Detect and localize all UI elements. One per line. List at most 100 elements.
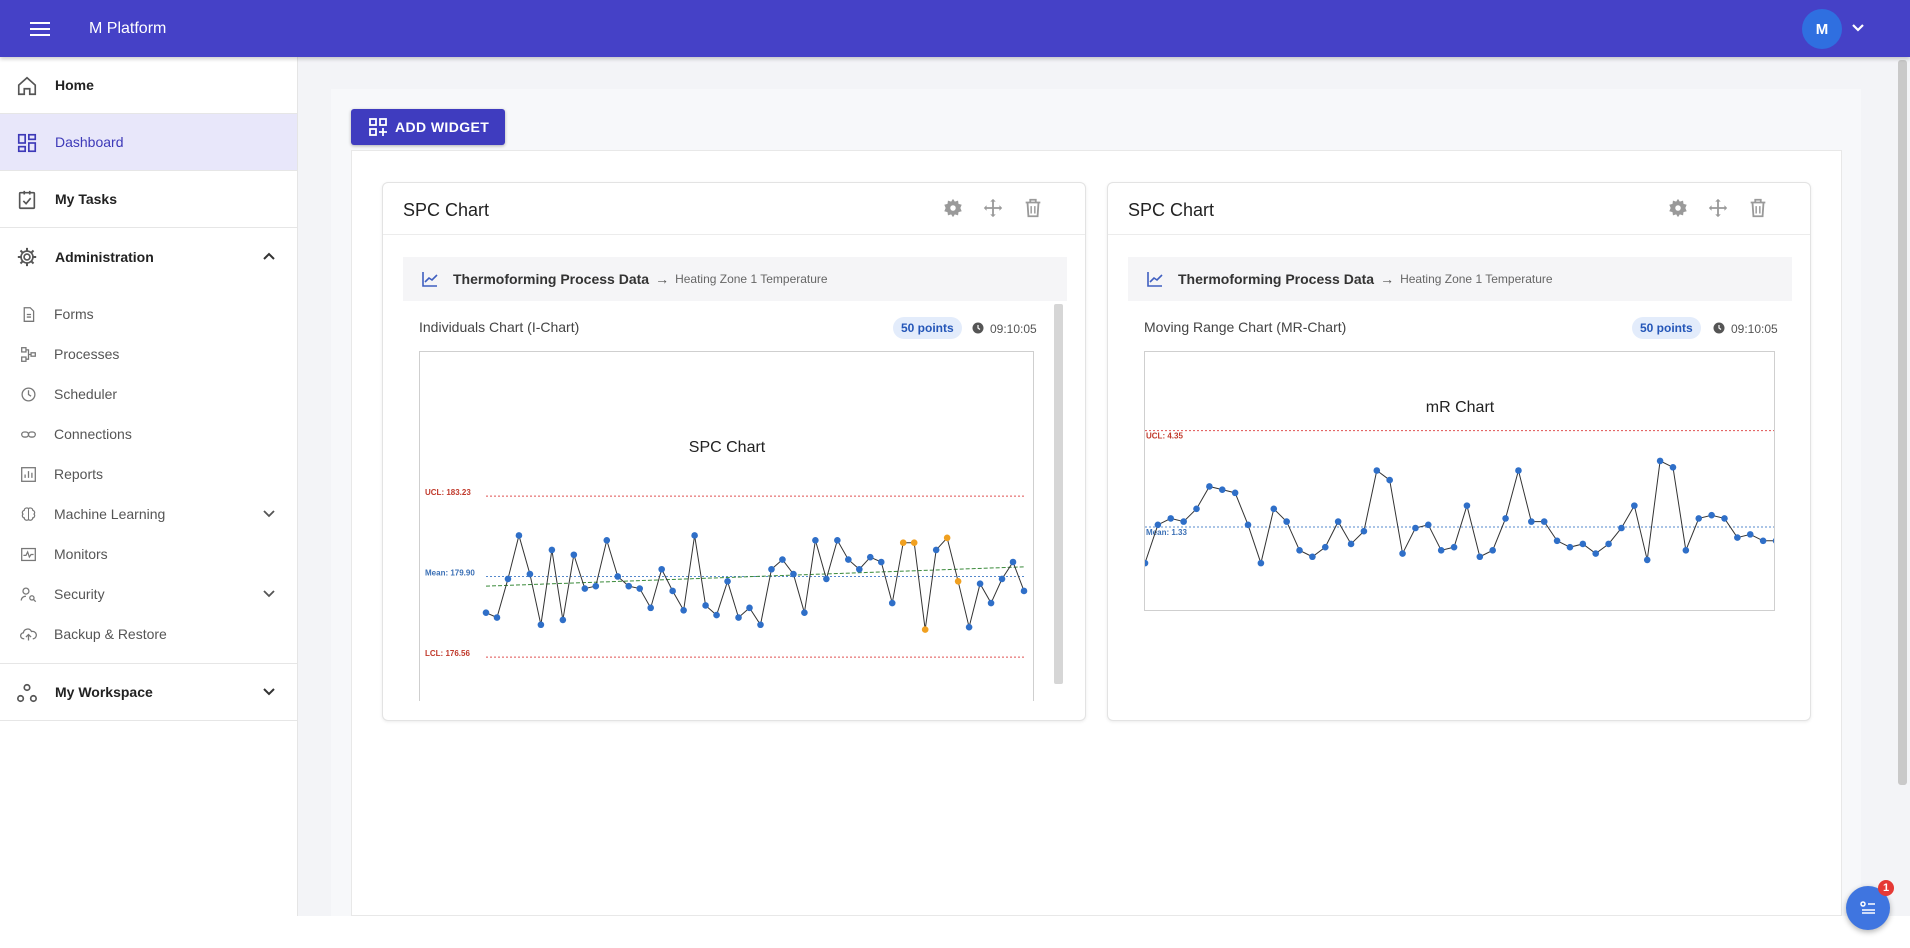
sidebar-item-machine-learning[interactable]: Machine Learning [0,494,297,534]
data-point [724,578,731,585]
data-point [482,609,490,616]
data-point [998,575,1006,583]
points-badge: 50 points [1632,317,1701,339]
data-point [735,614,742,621]
hamburger-icon [30,21,50,36]
clock-icon [972,322,984,334]
data-point [1450,543,1458,551]
sidebar-item-security[interactable]: Security [0,574,297,614]
data-point [1489,547,1496,554]
data-point [1502,515,1509,522]
lcl-label: LCL: 176.56 [425,649,470,658]
data-point [548,546,556,554]
clock-icon [21,387,36,402]
violation-point [943,534,951,542]
ucl-label: UCL: 183.23 [425,488,471,497]
data-point [647,604,654,612]
widget-header[interactable]: SPC Chart [383,183,1085,235]
chart-title: SPC Chart [689,439,766,456]
chart-scrollbar[interactable] [1054,304,1063,684]
data-point [669,587,676,595]
move-icon[interactable] [1707,197,1729,219]
line-chart-icon [422,272,438,287]
violation-point [954,578,962,585]
source-arrow: → [1380,271,1395,287]
gear-icon[interactable] [942,197,964,219]
data-point [801,609,808,616]
link-icon [21,431,36,438]
data-point [713,611,720,619]
mr-chart-container: mR Chart UCL: 4.35 Mean: 1.33 [1144,351,1775,611]
data-point [1579,540,1587,548]
task-check-icon [18,190,36,210]
data-point [1734,534,1741,541]
data-point [1020,587,1028,595]
data-point [1309,553,1316,561]
sidebar-item-reports[interactable]: Reports [0,454,297,494]
trash-icon[interactable] [1747,197,1769,219]
data-point [1386,476,1393,484]
sidebar-item-scheduler[interactable]: Scheduler [0,374,297,414]
gear-icon[interactable] [1667,197,1689,219]
sidebar-item-label: My Workspace [55,684,153,700]
sidebar-item-home[interactable]: Home [0,57,297,114]
data-point [614,573,622,580]
data-source-bar: Thermoforming Process Data → Heating Zon… [403,257,1067,301]
user-avatar[interactable]: M [1802,9,1842,49]
sidebar-item-forms[interactable]: Forms [0,294,297,334]
series-line [485,533,1025,630]
data-point [625,582,633,590]
dashboard-icon [17,133,37,153]
hamburger-menu-button[interactable] [20,9,60,49]
bar-chart-icon [21,467,36,482]
data-point [877,558,885,566]
data-point [888,599,896,607]
sidebar-item-processes[interactable]: Processes [0,334,297,374]
data-point [1283,518,1290,525]
chevron-down-icon[interactable] [261,684,277,700]
spc-widget-2: SPC Chart Thermoforming Process Data → H… [1107,182,1811,721]
sidebar-item-connections[interactable]: Connections [0,414,297,454]
data-point [658,565,665,573]
source-name: Thermoforming Process Data [1178,271,1375,287]
process-flow-icon [21,347,36,362]
data-point [1360,527,1368,535]
sidebar-item-label: Dashboard [55,134,124,150]
trash-icon[interactable] [1022,197,1044,219]
data-point [1592,550,1600,557]
data-point [691,532,698,539]
sidebar-item-my-workspace[interactable]: My Workspace [0,664,297,721]
timestamp: 09:10:05 [1731,322,1778,336]
data-point [1334,518,1342,525]
line-chart-icon [1147,272,1163,287]
data-point [1373,467,1381,474]
chevron-up-icon[interactable] [261,248,277,264]
sidebar-item-label: Reports [54,466,104,482]
chevron-down-icon[interactable] [1850,20,1866,36]
chevron-down-icon[interactable] [261,506,277,522]
spc-widget-1: SPC Chart Thermoforming Process Data → H… [382,182,1086,721]
data-point [636,585,644,592]
add-widget-button[interactable]: ADD WIDGET [351,109,505,145]
sidebar-item-monitors[interactable]: Monitors [0,534,297,574]
data-point [1009,558,1017,566]
sidebar-item-my-tasks[interactable]: My Tasks [0,171,297,228]
data-point [1437,547,1445,554]
data-point [768,565,775,573]
sidebar-item-dashboard[interactable]: Dashboard [0,114,297,171]
data-point [504,575,512,583]
data-point [592,582,600,590]
data-point [1206,483,1213,490]
sidebar-item-label: Monitors [54,546,108,562]
sidebar-item-backup-restore[interactable]: Backup & Restore [0,614,297,654]
sidebar-item-administration[interactable]: Administration [0,228,297,285]
mean-label: Mean: 179.90 [425,568,475,577]
monitor-pulse-icon [21,547,36,562]
chevron-down-icon[interactable] [261,586,277,602]
chart-subtitle: Moving Range Chart (MR-Chart) [1144,319,1347,335]
data-point [1682,547,1690,554]
widget-header[interactable]: SPC Chart [1108,183,1810,235]
data-point [1321,543,1329,551]
page-scrollbar[interactable] [1898,60,1907,785]
move-icon[interactable] [982,197,1004,219]
